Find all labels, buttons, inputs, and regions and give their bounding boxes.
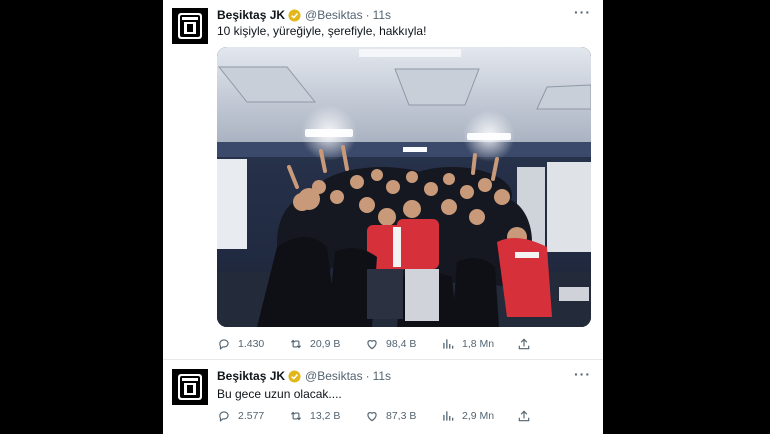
retweet-count: 13,2 B: [310, 410, 341, 422]
tweet-photo[interactable]: [217, 47, 591, 327]
views-button[interactable]: 1,8 Mn: [441, 337, 494, 351]
tweet-header: Beşiktaş JK @Besiktas · 11s: [217, 8, 391, 22]
view-count: 1,8 Mn: [462, 338, 495, 350]
verified-badge-icon: [288, 369, 301, 383]
verified-badge-icon: [288, 8, 301, 22]
like-button[interactable]: 98,4 B: [365, 337, 416, 351]
reply-icon: [219, 411, 229, 422]
reply-count: 2.577: [238, 410, 265, 422]
reply-button[interactable]: 2.577: [217, 409, 264, 423]
views-icon: [443, 411, 454, 421]
display-name[interactable]: Beşiktaş JK: [217, 369, 285, 383]
reply-icon: [219, 339, 229, 350]
display-name[interactable]: Beşiktaş JK: [217, 8, 285, 22]
tweet-divider: [163, 359, 603, 360]
separator: ·: [365, 8, 370, 22]
heart-icon: [367, 340, 377, 350]
tweet-actions: 1.430 20,9 B 98,4 B 1,8 Mn: [217, 337, 589, 353]
like-button[interactable]: 87,3 B: [365, 409, 416, 423]
tweet-actions: 2.577 13,2 B 87,3 B 2,9 Mn: [217, 409, 589, 425]
views-icon: [443, 339, 454, 349]
tweet-text: Bu gece uzun olacak....: [217, 387, 342, 401]
heart-icon: [367, 412, 377, 422]
retweet-icon: [290, 339, 302, 349]
share-button[interactable]: [517, 337, 538, 351]
retweet-icon: [290, 411, 302, 421]
right-background: [603, 0, 770, 434]
share-icon: [518, 410, 530, 422]
more-icon[interactable]: ···: [574, 4, 591, 20]
reply-button[interactable]: 1.430: [217, 337, 264, 351]
retweet-button[interactable]: 20,9 B: [289, 337, 340, 351]
tweet-feed: Beşiktaş JK @Besiktas · 11s ··· 10 kişiy…: [163, 0, 603, 434]
avatar[interactable]: [172, 8, 208, 44]
tweet-text: 10 kişiyle, yüreğiyle, şerefiyle, hakkıy…: [217, 24, 427, 38]
handle[interactable]: @Besiktas: [305, 369, 363, 383]
handle[interactable]: @Besiktas: [305, 8, 363, 22]
avatar[interactable]: [172, 369, 208, 405]
views-button[interactable]: 2,9 Mn: [441, 409, 494, 423]
share-icon: [518, 338, 530, 350]
timestamp[interactable]: 11s: [373, 8, 391, 22]
timestamp[interactable]: 11s: [373, 369, 391, 383]
tweet-header: Beşiktaş JK @Besiktas · 11s: [217, 369, 391, 383]
like-count: 98,4 B: [386, 338, 417, 350]
view-count: 2,9 Mn: [462, 410, 495, 422]
like-count: 87,3 B: [386, 410, 417, 422]
more-icon[interactable]: ···: [574, 366, 591, 382]
separator: ·: [365, 369, 370, 383]
locker-room-photo: [217, 47, 591, 327]
retweet-count: 20,9 B: [310, 338, 341, 350]
retweet-button[interactable]: 13,2 B: [289, 409, 340, 423]
reply-count: 1.430: [238, 338, 265, 350]
left-background: [0, 0, 163, 434]
share-button[interactable]: [517, 409, 538, 423]
